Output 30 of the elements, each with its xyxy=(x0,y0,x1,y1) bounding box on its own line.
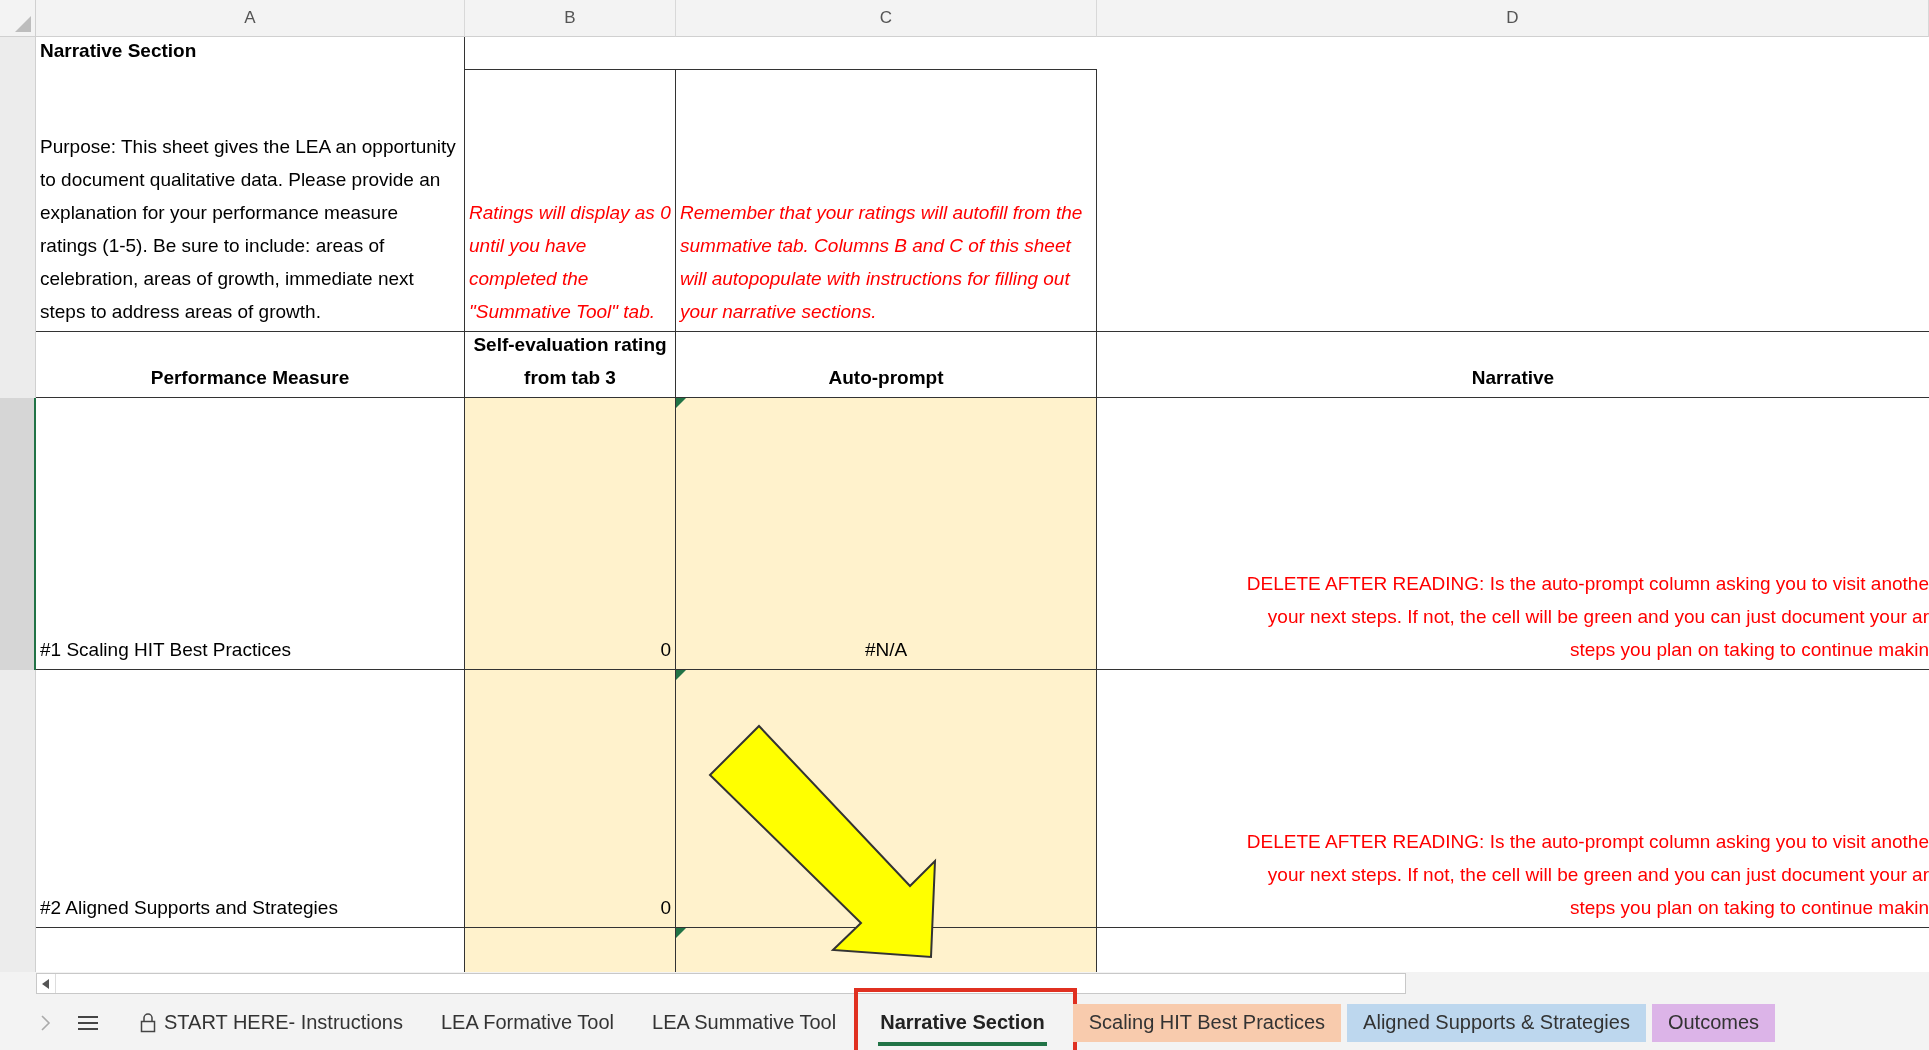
table-cell: 0 xyxy=(465,398,676,670)
column-heading: Self-evaluation rating from tab 3 xyxy=(472,333,668,390)
menu-icon[interactable] xyxy=(78,1014,98,1031)
next-sheet-icon[interactable] xyxy=(40,1013,52,1032)
scroll-left-icon[interactable] xyxy=(42,978,50,989)
row-header[interactable] xyxy=(0,398,36,670)
select-all-icon[interactable] xyxy=(15,16,31,32)
column-heading: Narrative xyxy=(1471,366,1555,390)
column-heading: Performance Measure xyxy=(150,366,350,390)
sheet-tab[interactable]: Aligned Supports & Strategies xyxy=(1347,1003,1646,1042)
column-header[interactable]: C xyxy=(676,0,1097,37)
column-heading: Auto-prompt xyxy=(828,366,944,390)
horizontal-scrollbar[interactable] xyxy=(36,973,1406,994)
column-header[interactable]: B xyxy=(465,0,676,37)
instruction-text: DELETE AFTER READING: Is the auto-prompt column asking you to visit anothe your next steps. If not, the cell will be green and you can just document your ar steps you plan on taking to continue makin xyxy=(1246,830,1929,920)
purpose-text: Purpose: This sheet gives the LEA an opportunity to document qualitative data. Please provide an explanation for your performance measure ratings (1-5). Be sure to include: areas of celebration, areas of growth, immediate next steps to address areas of growth. xyxy=(36,70,465,332)
instruction-note: Remember that your ratings will autofill from the summative tab. Columns B and C of this sheet will autopopulate with instructions for filling out your narrative sections. xyxy=(676,70,1097,332)
sheet-tab[interactable]: LEA Summative Tool xyxy=(636,1003,853,1042)
sheet-tab[interactable]: Scaling HIT Best Practices xyxy=(1072,1003,1342,1042)
sheet-title: Narrative Section xyxy=(36,37,465,70)
instruction-note: Ratings will display as 0 until you have completed the "Summative Tool" tab. xyxy=(465,70,676,332)
column-header[interactable]: A xyxy=(36,0,465,37)
column-header[interactable]: D xyxy=(1097,0,1929,37)
sheet-tab[interactable]: START HERE- Instructions xyxy=(124,1003,419,1042)
error-indicator-icon xyxy=(676,398,686,408)
sheet-tab[interactable]: LEA Formative Tool xyxy=(424,1003,630,1042)
error-value: #N/A xyxy=(864,638,908,662)
table-cell: 0 xyxy=(465,670,676,928)
instruction-text: DELETE AFTER READING: Is the auto-prompt column asking you to visit anothe your next steps. If not, the cell will be green and you can just document your ar steps you plan on taking to continue makin xyxy=(1246,572,1929,662)
sheet-tab[interactable]: Outcomes xyxy=(1651,1003,1776,1042)
